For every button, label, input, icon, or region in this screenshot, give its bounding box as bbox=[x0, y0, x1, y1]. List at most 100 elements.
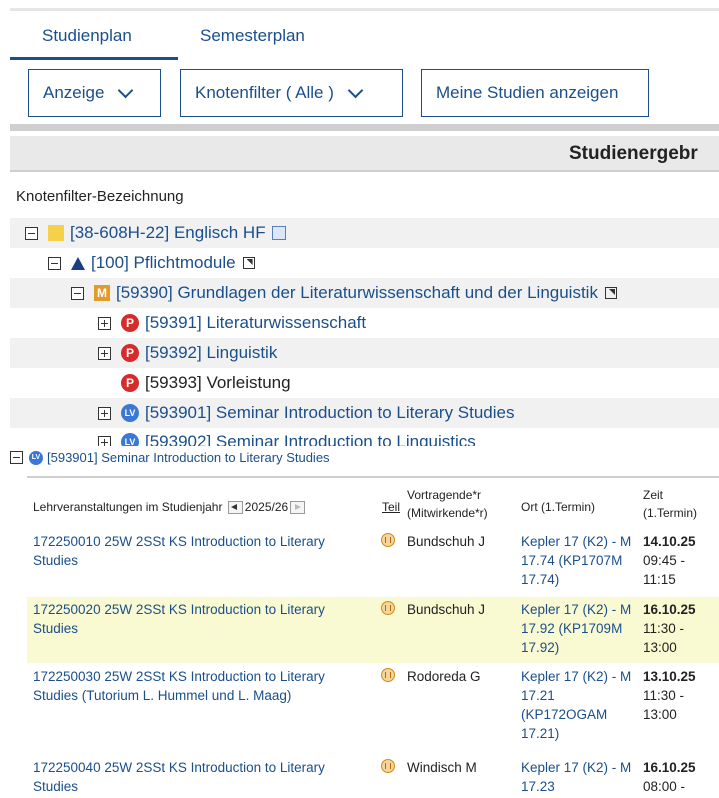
course-title-link[interactable]: 172250020 25W 2SSt KS Introduction to Li… bbox=[33, 600, 363, 638]
time-range: 08:00 - bbox=[643, 779, 686, 794]
part-icon bbox=[381, 601, 395, 615]
tree-node-label[interactable]: [593902] Seminar Introduction to Linguis… bbox=[145, 432, 476, 446]
collapse-toggle[interactable] bbox=[10, 451, 23, 464]
course-title-link[interactable]: 172250010 25W 2SSt KS Introduction to Li… bbox=[33, 532, 363, 570]
tree-node-label[interactable]: [59391] Literaturwissenschaft bbox=[145, 313, 366, 333]
location-link[interactable]: Kepler 17 (K2) - M 17.74 (KP1707M 17.74) bbox=[521, 532, 641, 589]
module-badge-icon: M bbox=[94, 285, 110, 301]
detail-header: LV [593901] Seminar Introduction to Lite… bbox=[10, 450, 330, 465]
lv-header-label: Lehrveranstaltungen im Studienjahr bbox=[33, 500, 223, 514]
collapse-toggle[interactable] bbox=[71, 286, 84, 300]
tree-node-label[interactable]: [38-608H-22] Englisch HF bbox=[70, 223, 266, 243]
mitwirkende-label: (Mitwirkende*r) bbox=[407, 506, 488, 520]
study-year: 2025/26 bbox=[244, 500, 289, 514]
lecturer: Rodoreda G bbox=[407, 669, 481, 684]
meine-studien-label: Meine Studien anzeigen bbox=[436, 83, 619, 102]
part-icon bbox=[381, 533, 395, 547]
tab-studienplan[interactable]: Studienplan bbox=[42, 26, 132, 46]
expand-toggle[interactable] bbox=[98, 406, 111, 420]
part-icon bbox=[381, 668, 395, 682]
tree-node-label[interactable]: [100] Pflichtmodule bbox=[91, 253, 236, 273]
external-link-icon[interactable] bbox=[604, 287, 617, 299]
exam-badge-icon: P bbox=[121, 344, 139, 362]
location-link[interactable]: Kepler 17 (K2) - M 17.23 bbox=[521, 758, 641, 796]
column-header-ort: Ort (1.Termin) bbox=[521, 500, 596, 514]
collapse-toggle[interactable] bbox=[48, 256, 61, 270]
tree-node-grundlagen: M [59390] Grundlagen der Literaturwissen… bbox=[10, 278, 719, 308]
course-title-link[interactable]: 172250040 25W 2SSt KS Introduction to Li… bbox=[33, 758, 363, 796]
meine-studien-button[interactable]: Meine Studien anzeigen bbox=[421, 69, 649, 117]
tree-node-label[interactable]: [59390] Grundlagen der Literaturwissensc… bbox=[116, 283, 598, 303]
tree-node-label[interactable]: [59392] Linguistik bbox=[145, 343, 277, 363]
collapse-toggle[interactable] bbox=[25, 226, 38, 240]
lecturer: Bundschuh J bbox=[407, 602, 486, 617]
time-range: 11:30 - 13:00 bbox=[643, 688, 685, 722]
knotenfilter-label: Knotenfilter ( Alle ) bbox=[195, 83, 334, 102]
lecturer: Bundschuh J bbox=[407, 534, 486, 549]
next-year-icon[interactable] bbox=[290, 501, 306, 515]
tree-node-seminar-literary: LV [593901] Seminar Introduction to Lite… bbox=[10, 398, 719, 428]
course-title-link[interactable]: 172250030 25W 2SSt KS Introduction to Li… bbox=[33, 667, 363, 705]
results-title: Studienergebr bbox=[569, 143, 698, 164]
location-link[interactable]: Kepler 17 (K2) - M 17.92 (KP1709M 17.92) bbox=[521, 600, 641, 657]
table-top-rule bbox=[27, 476, 719, 478]
external-link-icon[interactable] bbox=[242, 257, 255, 269]
zeit-sub-label: (1.Termin) bbox=[643, 506, 698, 520]
column-header-teil[interactable]: Teil bbox=[382, 500, 400, 514]
table-row: 172250020 25W 2SSt KS Introduction to Li… bbox=[27, 597, 719, 663]
tree-node-literaturwissenschaft: P [59391] Literaturwissenschaft bbox=[10, 308, 719, 338]
anzeige-label: Anzeige bbox=[43, 83, 105, 102]
results-header-rule bbox=[10, 170, 719, 172]
table-row: 172250030 25W 2SSt KS Introduction to Li… bbox=[27, 666, 719, 750]
column-header-zeit: Zeit (1.Termin) bbox=[643, 486, 697, 522]
expand-toggle[interactable] bbox=[98, 316, 111, 330]
curriculum-icon bbox=[48, 225, 64, 241]
time-cell: 13.10.25 11:30 - 13:00 bbox=[643, 667, 719, 724]
chevron-down-icon bbox=[347, 82, 364, 98]
tree-node-englisch: [38-608H-22] Englisch HF bbox=[10, 218, 719, 248]
tree-node-label[interactable]: [593901] Seminar Introduction to Literar… bbox=[145, 403, 515, 423]
study-tree: [38-608H-22] Englisch HF [100] Pflichtmo… bbox=[10, 214, 719, 446]
tree-node-seminar-linguistics: LV [593902] Seminar Introduction to Ling… bbox=[10, 427, 719, 446]
course-badge-icon: LV bbox=[121, 404, 139, 422]
date: 16.10.25 bbox=[643, 602, 696, 617]
tree-node-linguistik: P [59392] Linguistik bbox=[10, 338, 719, 368]
date: 16.10.25 bbox=[643, 760, 696, 775]
time-cell: 16.10.25 08:00 - bbox=[643, 758, 719, 796]
tree-node-label: [59393] Vorleistung bbox=[145, 373, 291, 392]
top-divider bbox=[10, 8, 719, 11]
filter-label: Knotenfilter-Bezeichnung bbox=[16, 188, 184, 205]
active-tab-indicator bbox=[10, 57, 178, 60]
knotenfilter-dropdown[interactable]: Knotenfilter ( Alle ) bbox=[180, 69, 403, 117]
expand-toggle[interactable] bbox=[98, 435, 111, 446]
previous-year-icon[interactable] bbox=[227, 501, 243, 515]
exam-badge-icon: P bbox=[121, 374, 139, 392]
module-group-icon bbox=[71, 256, 85, 270]
section-divider bbox=[10, 124, 719, 131]
expand-toggle[interactable] bbox=[98, 346, 111, 360]
time-range: 09:45 - 11:15 bbox=[643, 553, 686, 587]
time-cell: 14.10.25 09:45 - 11:15 bbox=[643, 532, 719, 589]
table-row: 172250040 25W 2SSt KS Introduction to Li… bbox=[27, 757, 719, 798]
lecturer: Windisch M bbox=[407, 760, 477, 775]
part-icon bbox=[381, 759, 395, 773]
date: 14.10.25 bbox=[643, 534, 696, 549]
results-header: Studienergebr bbox=[10, 136, 719, 170]
location-link[interactable]: Kepler 17 (K2) - M 17.21 (KP172OGAM 17.2… bbox=[521, 667, 641, 743]
anzeige-dropdown[interactable]: Anzeige bbox=[28, 69, 161, 117]
vortragende-label: Vortragende*r bbox=[407, 488, 482, 502]
date: 13.10.25 bbox=[643, 669, 696, 684]
time-range: 11:30 - 13:00 bbox=[643, 621, 685, 655]
zeit-label: Zeit bbox=[643, 488, 664, 502]
tab-bar: Studienplan Semesterplan bbox=[10, 20, 719, 60]
chevron-down-icon bbox=[118, 82, 134, 98]
tab-semesterplan[interactable]: Semesterplan bbox=[200, 26, 305, 46]
detail-title[interactable]: [593901] Seminar Introduction to Literar… bbox=[47, 450, 330, 465]
exam-badge-icon: P bbox=[121, 314, 139, 332]
time-cell: 16.10.25 11:30 - 13:00 bbox=[643, 600, 719, 657]
column-header-lv: Lehrveranstaltungen im Studienjahr 2025/… bbox=[33, 500, 307, 515]
document-icon[interactable] bbox=[271, 226, 286, 240]
tree-node-pflichtmodule: [100] Pflichtmodule bbox=[10, 248, 719, 278]
course-badge-icon: LV bbox=[121, 433, 139, 446]
column-header-vortragende: Vortragende*r (Mitwirkende*r) bbox=[407, 486, 488, 522]
